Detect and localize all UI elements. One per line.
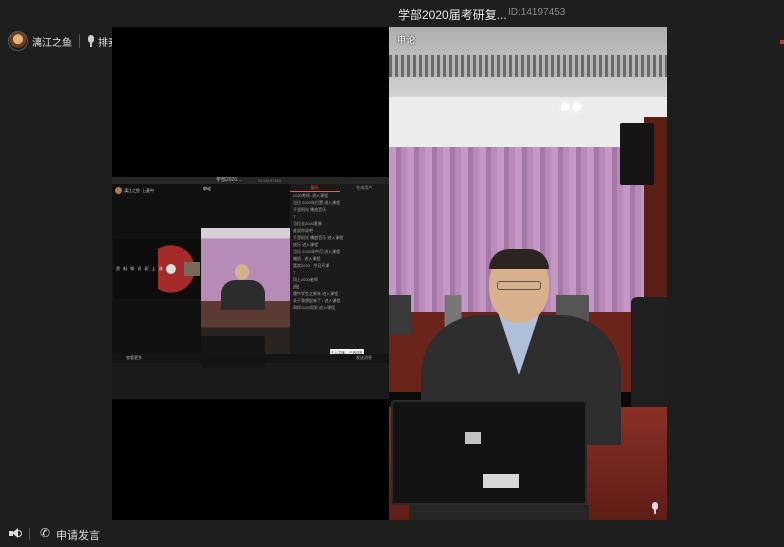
video-light [573, 103, 581, 111]
edge-indicator [780, 40, 784, 44]
title-bar: 学部2020届考研复... ID:14197453 [0, 0, 784, 26]
video-laptop [391, 400, 587, 505]
slide-text: 资 料 知 识 初 上 课 [116, 266, 164, 271]
laptop-sticker [483, 474, 519, 488]
chat-message: T [293, 214, 296, 219]
video-vent [389, 55, 667, 77]
chat-message: T [293, 270, 296, 275]
shared-chat-tabs: 聊天 在线用户 [290, 184, 389, 192]
mic-icon[interactable] [87, 35, 95, 47]
chat-message: 喜欢2020 . 今日开课 [293, 263, 330, 268]
shared-speaker-body [221, 280, 265, 310]
chat-message: 同样2020同学 进入课程 [293, 305, 336, 310]
shared-video-frame [201, 228, 290, 368]
shared-host-bar: 漓江之鱼 上麦中 [115, 187, 154, 194]
chat-message: 当位全2020套装 [293, 221, 322, 226]
shared-screen: 学部2020... ID:14197453 漓江之鱼 上麦中 资 料 知 识 初… [112, 177, 389, 399]
classroom-window: 学部2020届考研复... ID:14197453 漓江之鱼 排麦 学部2020… [0, 0, 784, 547]
bottom-toolbar: ✆ 申请发言 [0, 520, 784, 547]
phone-icon[interactable]: ✆ [40, 526, 50, 540]
shared-send-button: 发送消息 [356, 355, 372, 360]
shared-tab-users: 在线用户 [356, 185, 373, 190]
video-light [561, 103, 569, 111]
chat-message: 千里阳光 播放音乐 [293, 207, 327, 212]
chat-message: 当位 2020年中月 进入课程 [293, 249, 341, 254]
shared-video: 申论 [201, 184, 290, 368]
speaker-video[interactable]: 申论 [389, 27, 667, 520]
room-id: ID:14197453 [508, 7, 566, 18]
shared-title-bar: 学部2020... ID:14197453 [112, 177, 389, 184]
chat-message: 关于我想起来了 ! 进入课程 [293, 298, 341, 303]
chat-message: 千里阳光 播放音乐 进入课程 [293, 235, 344, 240]
speaker-name-label: 申论 [397, 35, 416, 45]
shared-room-id: ID:14197453 [258, 178, 281, 183]
slide-photo [184, 262, 200, 276]
shared-laptop [201, 336, 265, 368]
speaker-hair [489, 249, 549, 269]
divider [79, 34, 80, 48]
video-laptop-base [409, 505, 589, 520]
volume-wave-icon [18, 530, 22, 537]
avatar[interactable] [8, 31, 28, 51]
mic-icon[interactable] [650, 502, 660, 514]
chat-message: [图] [293, 284, 300, 289]
chat-message: 2020考研. 进入课程 [293, 193, 329, 198]
host-name: 漓江之鱼 [32, 37, 72, 49]
video-chair-right [631, 297, 667, 417]
shared-speaker-tag: 申论 [203, 186, 211, 191]
shared-slide-area: 漓江之鱼 上麦中 资 料 知 识 初 上 课 [112, 184, 201, 354]
shared-room-title: 学部2020... [216, 177, 242, 183]
screen-share-panel: 学部2020... ID:14197453 漓江之鱼 上麦中 资 料 知 识 初… [112, 27, 389, 520]
room-title: 学部2020届考研复... [398, 8, 507, 22]
chat-message: 端机 . 进入课程 [293, 256, 321, 261]
shared-bottom-text: 查看更多 [126, 355, 142, 360]
chat-message: 同上2020老师 [293, 277, 318, 282]
request-speak-button[interactable]: 申请发言 [56, 527, 100, 543]
video-loudspeaker [620, 123, 654, 185]
shared-host-name: 漓江之鱼 [124, 187, 140, 193]
shared-chat-panel: 聊天 在线用户 2020考研. 进入课程 当位 2020年位置 进入课程 千里阳… [290, 184, 389, 354]
laptop-logo [465, 432, 481, 444]
chat-message: 当位 2020年位置 进入课程 [293, 200, 341, 205]
chat-message: 懂中学生之新年 进入课程 [293, 291, 339, 296]
shared-slide: 资 料 知 识 初 上 课 [114, 239, 201, 299]
chat-message: 谁说你说吧 [293, 228, 313, 233]
chat-message: 快乐 进入课程 [293, 242, 319, 247]
divider [29, 528, 30, 540]
speaker-glasses [497, 281, 541, 290]
host-bar: 漓江之鱼 排麦 [8, 30, 118, 52]
shared-queue-label: 上麦中 [142, 187, 154, 193]
shared-tab-chat: 聊天 [290, 184, 340, 192]
shared-avatar [115, 187, 122, 194]
shared-speaker-figure [219, 264, 267, 314]
shared-speaker-head [235, 264, 249, 280]
shared-bottom-bar: 查看更多 发送消息 [112, 354, 389, 363]
